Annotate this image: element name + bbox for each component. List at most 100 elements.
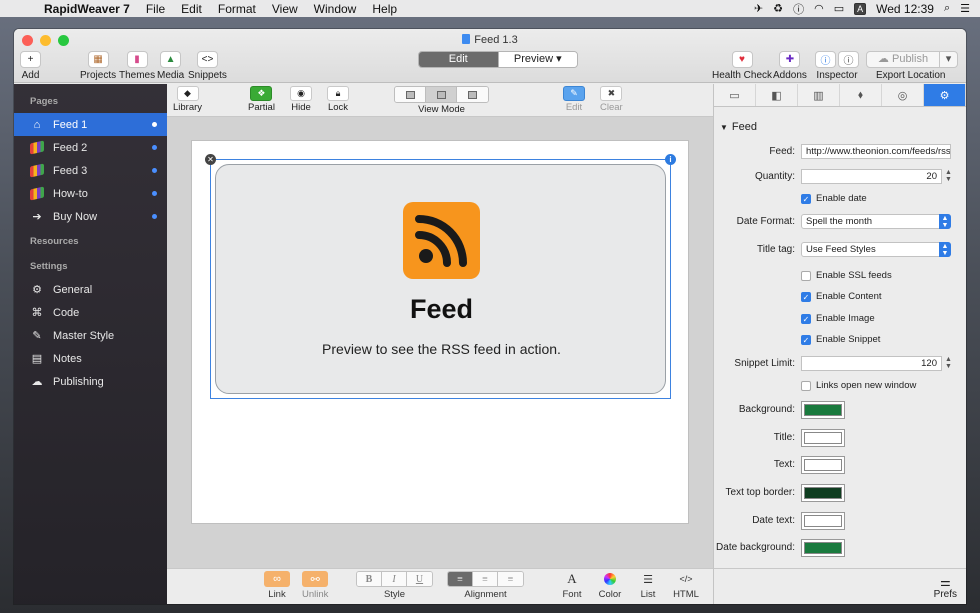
sidebar-item-feed-3[interactable]: Feed 3 xyxy=(14,159,167,182)
enable-ssl-row: Enable SSL feeds xyxy=(714,267,966,287)
info-dark-icon: ⓘ xyxy=(838,51,859,68)
enable-ssl-checkbox[interactable]: Enable SSL feeds xyxy=(801,270,892,281)
sidebar-item-general[interactable]: ⚙ General xyxy=(14,278,167,301)
lock-button[interactable]: 🔒︎ Lock xyxy=(327,86,349,113)
background-color-well[interactable] xyxy=(801,401,845,419)
sidebar-item-master-style[interactable]: ✎ Master Style xyxy=(14,324,167,347)
align-center-button[interactable]: ≡ xyxy=(473,572,498,586)
alignment-control: ≡ ≡ ≡ Alignment xyxy=(447,571,524,600)
clear-button[interactable]: ✖ Clear xyxy=(600,86,623,113)
text-color-well[interactable] xyxy=(801,456,845,474)
menu-help[interactable]: Help xyxy=(364,2,405,16)
publish-menu-chevron-icon[interactable]: ▾ xyxy=(939,52,957,67)
date-text-color-well[interactable] xyxy=(801,512,845,530)
tab-settings-icon[interactable]: ⚙ xyxy=(924,84,966,106)
bold-button[interactable]: B xyxy=(357,572,382,586)
list-button[interactable]: ☰ List xyxy=(635,571,661,601)
sidebar-item-buy-now[interactable]: ➔ Buy Now xyxy=(14,205,167,228)
color-button[interactable]: Color xyxy=(597,571,623,600)
sidebar-item-feed-1[interactable]: ⌂ Feed 1 xyxy=(14,113,167,136)
quantity-stepper[interactable]: ▲ ▼ xyxy=(944,169,953,184)
tab-general-icon[interactable]: ▭ xyxy=(714,84,756,106)
align-right-button[interactable]: ≡ xyxy=(498,572,523,586)
title-tag-select[interactable]: Use Feed Styles ▲ ▼ xyxy=(801,242,951,257)
wifi-icon[interactable]: ◠ xyxy=(814,2,824,15)
prefs-button[interactable]: ⚌ Prefs xyxy=(934,575,957,600)
tab-layout-icon[interactable]: ▥ xyxy=(798,84,840,106)
send-icon[interactable]: ✈ xyxy=(754,2,763,15)
inspector-footer: ⚌ Prefs xyxy=(714,568,966,604)
feed-url-input[interactable]: http://www.theonion.com/feeds/rss xyxy=(801,144,951,159)
battery-icon[interactable]: ▭ xyxy=(834,2,844,15)
info-icon[interactable]: i xyxy=(665,154,676,165)
html-button[interactable]: </> HTML xyxy=(673,571,699,600)
document-icon xyxy=(462,34,471,44)
menu-window[interactable]: Window xyxy=(306,2,365,16)
edit-button[interactable]: ✎ Edit xyxy=(563,86,585,113)
export-location-label[interactable]: Export Location xyxy=(876,70,946,81)
library-button[interactable]: ◆ Library xyxy=(173,86,202,113)
square-icon xyxy=(436,90,446,99)
inspector-panel: ▭ ◧ ▥ ⬧ ◎ ⚙ ▼ Feed Feed: http://www.theon… xyxy=(713,84,966,604)
menu-file[interactable]: File xyxy=(138,2,173,16)
sidebar-item-feed-2[interactable]: Feed 2 xyxy=(14,136,167,159)
date-background-color-well[interactable] xyxy=(801,539,845,557)
inspector-button[interactable]: ⓘ ⓘ Inspector xyxy=(815,51,859,81)
enable-date-checkbox[interactable]: ✓ Enable date xyxy=(801,193,867,204)
font-button[interactable]: A Font xyxy=(559,571,585,600)
sidebar-item-how-to[interactable]: How-to xyxy=(14,182,167,205)
italic-button[interactable]: I xyxy=(382,572,407,586)
addons-button[interactable]: ✚ Addons xyxy=(773,51,807,81)
snippet-limit-input[interactable]: 120 xyxy=(801,356,942,371)
unlink-button[interactable]: ⚯ Unlink xyxy=(302,571,328,600)
view-mode-wide-button[interactable] xyxy=(457,87,488,102)
menu-app[interactable]: RapidWeaver 7 xyxy=(36,2,138,16)
info-circle-icon[interactable]: ⓘ xyxy=(793,1,804,17)
sidebar-item-notes[interactable]: ▤ Notes xyxy=(14,347,167,370)
feed-section-header[interactable]: ▼ Feed xyxy=(720,121,757,133)
snippet-limit-stepper[interactable]: ▲ ▼ xyxy=(944,356,953,371)
underline-button[interactable]: U xyxy=(407,572,432,586)
date-format-select[interactable]: Spell the month ▲ ▼ xyxy=(801,214,951,229)
projects-button[interactable]: ▦ Projects xyxy=(80,51,116,81)
publish-button[interactable]: ☁ Publish ▾ xyxy=(866,51,958,68)
enable-content-checkbox[interactable]: ✓ Enable Content xyxy=(801,291,882,302)
tab-tag-icon[interactable]: ⬧ xyxy=(840,84,882,106)
lock-icon: 🔒︎ xyxy=(327,86,349,101)
health-check-button[interactable]: ♥ Health Check xyxy=(712,51,772,81)
tab-styles-icon[interactable]: ◎ xyxy=(882,84,924,106)
input-source-badge[interactable]: A xyxy=(854,2,867,15)
links-new-window-checkbox[interactable]: Links open new window xyxy=(801,380,916,391)
partial-button[interactable]: ❖ Partial xyxy=(248,86,275,113)
snippets-button[interactable]: <> Snippets xyxy=(188,51,227,81)
enable-image-checkbox[interactable]: ✓ Enable Image xyxy=(801,313,875,324)
resources-header[interactable]: Resources xyxy=(14,230,167,253)
preview-mode-button[interactable]: Preview ▾ xyxy=(497,52,577,67)
search-icon[interactable]: ⌕ xyxy=(944,2,950,15)
menu-view[interactable]: View xyxy=(264,2,306,16)
recycle-icon[interactable]: ♻ xyxy=(773,2,783,15)
menu-edit[interactable]: Edit xyxy=(173,2,210,16)
text-top-border-color-well[interactable] xyxy=(801,484,845,502)
menu-format[interactable]: Format xyxy=(210,2,264,16)
clock[interactable]: Wed 12:39 xyxy=(876,2,934,16)
sidebar-item-code[interactable]: ⌘ Code xyxy=(14,301,167,324)
quantity-input[interactable]: 20 xyxy=(801,169,942,184)
sidebar-item-publishing[interactable]: ☁ Publishing xyxy=(14,370,167,393)
enable-snippet-checkbox[interactable]: ✓ Enable Snippet xyxy=(801,334,880,345)
themes-button[interactable]: ▮ Themes xyxy=(119,51,155,81)
link-button[interactable]: ∞ Link xyxy=(264,571,290,600)
remove-icon[interactable]: ✕ xyxy=(205,154,216,165)
list-icon[interactable]: ☰ xyxy=(960,2,970,15)
media-button[interactable]: ▲ Media xyxy=(157,51,184,81)
title-color-well[interactable] xyxy=(801,429,845,447)
tab-sidebar-icon[interactable]: ◧ xyxy=(756,84,798,106)
hide-button[interactable]: ◉ Hide xyxy=(290,86,312,113)
feed-selection-box[interactable]: ✕ i Feed Preview to see the RSS feed in … xyxy=(205,154,676,399)
date-background-color-row: Date background: xyxy=(714,539,966,559)
align-left-button[interactable]: ≡ xyxy=(448,572,473,586)
edit-mode-button[interactable]: Edit xyxy=(419,52,498,67)
view-mode-narrow-button[interactable] xyxy=(395,87,426,102)
add-button[interactable]: + Add xyxy=(20,51,41,81)
view-mode-medium-button[interactable] xyxy=(426,87,457,102)
